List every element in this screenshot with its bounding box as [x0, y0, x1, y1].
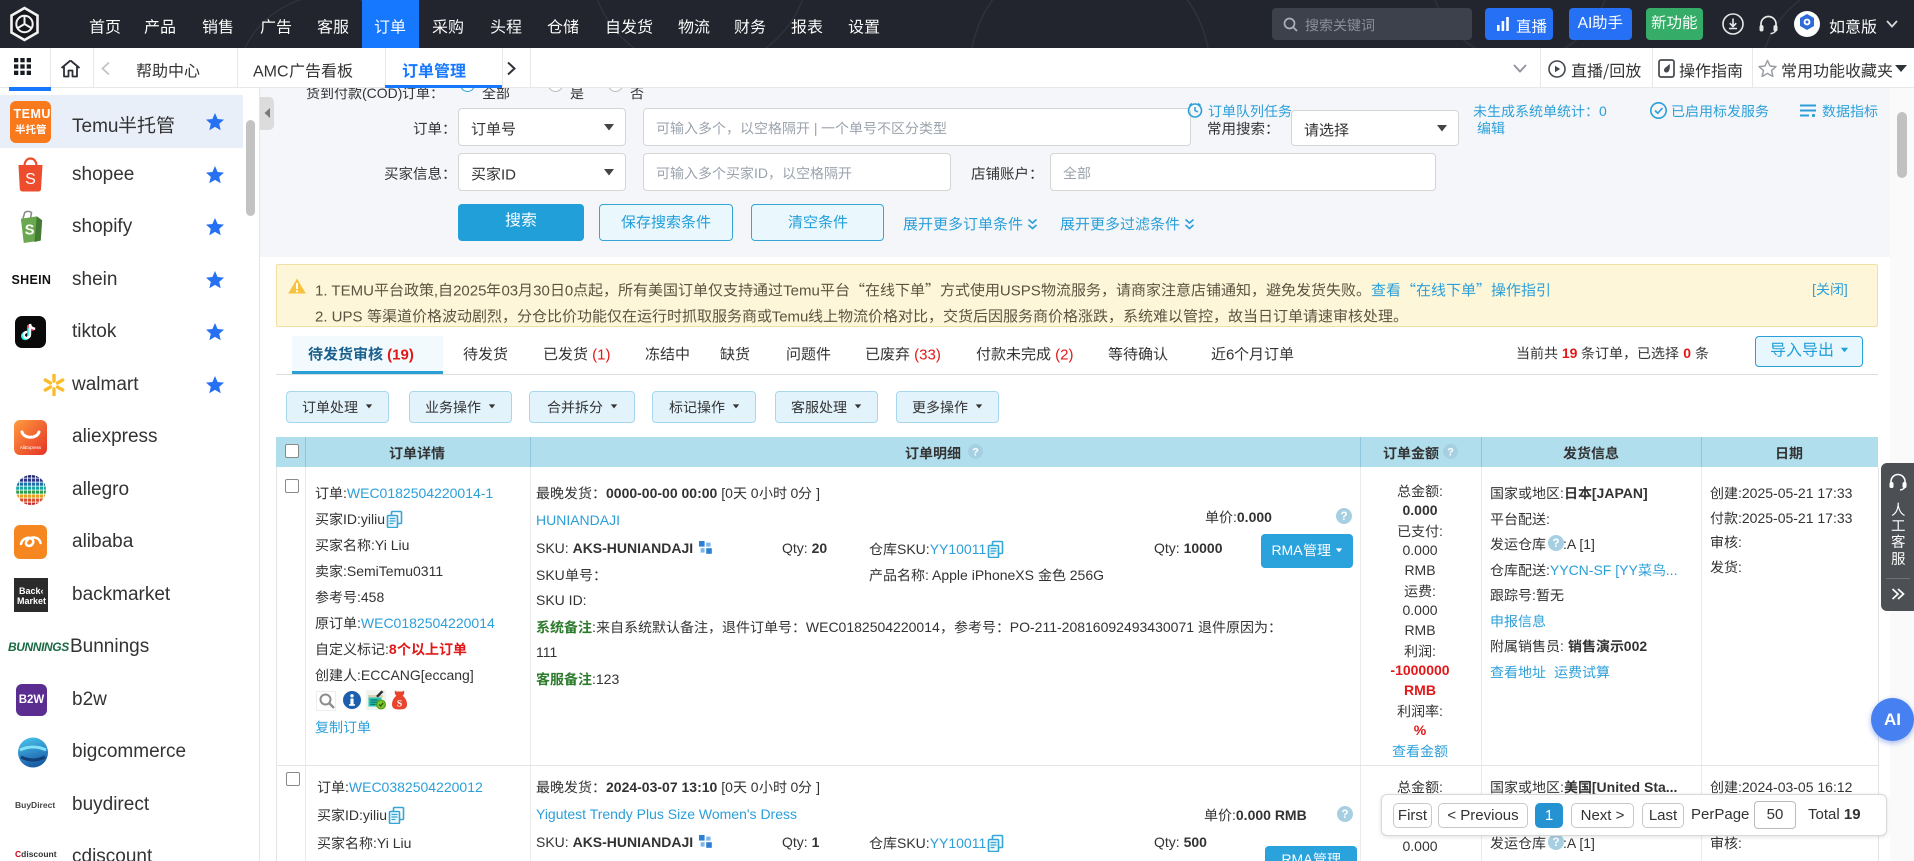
svg-text:?: ? [1552, 837, 1559, 849]
svg-text:S: S [25, 223, 35, 239]
svg-text:S: S [25, 171, 36, 188]
svg-text:?: ? [1447, 446, 1454, 458]
svg-text:?: ? [1340, 511, 1347, 523]
svg-text:?: ? [1341, 809, 1348, 821]
svg-text:S: S [397, 700, 402, 710]
svg-text:?: ? [972, 446, 979, 458]
svg-text:AliExpress: AliExpress [20, 445, 42, 450]
svg-text:?: ? [1552, 538, 1559, 550]
